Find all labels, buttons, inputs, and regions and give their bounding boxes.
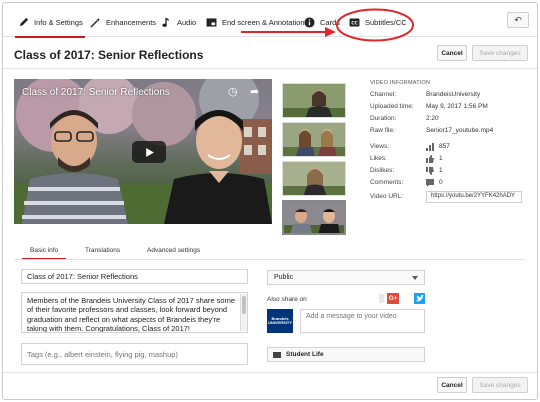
playlist-label: Student Life (286, 351, 324, 358)
footer-divider (3, 372, 537, 373)
save-changes-button[interactable]: Save changes (472, 45, 528, 61)
thumbnail-image (284, 202, 344, 233)
raw-file-value: Senior17_youtube.mp4 (426, 127, 494, 134)
chevron-down-icon (412, 276, 418, 280)
likes-value: 1 (439, 155, 443, 162)
share-icon[interactable]: ➦ (250, 85, 259, 98)
logo-line-2: UNIVERSITY (267, 320, 292, 325)
header-divider (3, 68, 537, 69)
dislikes-value: 1 (439, 167, 443, 174)
comment-icon (426, 179, 434, 187)
views-label: Views: (370, 143, 390, 150)
pencil-icon (17, 16, 29, 28)
tab-advanced-settings[interactable]: Advanced settings (147, 247, 200, 254)
magic-wand-icon (89, 16, 101, 28)
description-scrollbar[interactable] (240, 294, 247, 331)
page-title: Class of 2017: Senior Reflections (14, 48, 204, 62)
share-label: Also share on (267, 296, 307, 303)
back-button[interactable]: ↶ (507, 12, 529, 28)
tab-translations[interactable]: Translations (85, 247, 120, 254)
privacy-value: Public (274, 274, 294, 281)
thumbnail-option-2[interactable] (282, 122, 346, 157)
clock-icon[interactable]: ◷ (228, 85, 238, 98)
video-player[interactable]: Class of 2017: Senior Reflections ◷ ➦ (14, 79, 272, 224)
video-url-field[interactable]: https://youtu.be/2YYFK42hADY (426, 191, 522, 203)
privacy-select[interactable]: Public (267, 270, 425, 285)
bar-chart-icon (426, 143, 434, 151)
cancel-button[interactable]: Cancel (437, 45, 467, 61)
red-annotation-circle-icon (336, 8, 414, 42)
play-icon (145, 147, 154, 157)
bottom-tab-rule (14, 259, 524, 260)
thumbs-down-icon (426, 167, 434, 175)
likes-label: Likes: (370, 155, 387, 162)
thumbnail-option-selected[interactable] (282, 200, 346, 235)
editor-window: Info & Settings Enhancements Audio End s… (2, 2, 538, 400)
uploaded-value: May 9, 2017 1:56 PM (426, 103, 488, 110)
tab-label: Enhancements (106, 17, 157, 27)
tab-info-settings[interactable]: Info & Settings (15, 13, 85, 38)
play-button[interactable] (132, 141, 166, 163)
video-url-label: Video URL: (370, 193, 404, 200)
thumbnail-option-3[interactable] (282, 161, 346, 196)
channel-logo: Brandeis UNIVERSITY (267, 309, 293, 333)
red-annotation-arrow-icon (241, 27, 336, 37)
twitter-icon[interactable] (414, 293, 425, 304)
uploaded-label: Uploaded time: (370, 103, 414, 110)
footer-cancel-button[interactable]: Cancel (437, 377, 467, 393)
description-textarea[interactable]: Members of the Brandeis University Class… (21, 292, 248, 333)
thumbnail-image (283, 84, 345, 117)
playlist-button[interactable]: Student Life (267, 347, 425, 362)
views-value: 857 (439, 143, 450, 150)
video-overlay-title: Class of 2017: Senior Reflections (22, 87, 170, 98)
duration-value: 2:20 (426, 115, 439, 122)
tab-basic-info[interactable]: Basic info (21, 247, 67, 260)
thumbs-up-icon (426, 155, 434, 163)
share-toggle[interactable] (379, 294, 384, 303)
dislikes-label: Dislikes: (370, 167, 395, 174)
tab-label: Audio (177, 17, 197, 27)
raw-file-label: Raw file: (370, 127, 395, 134)
comments-label: Comments: (370, 179, 404, 186)
thumbnail-option-1[interactable] (282, 83, 346, 118)
thumbnail-image (283, 162, 345, 195)
duration-label: Duration: (370, 115, 397, 122)
title-input[interactable] (21, 269, 248, 284)
thumbnail-image (283, 123, 345, 156)
tab-enhancements[interactable]: Enhancements (89, 13, 156, 31)
footer-save-changes-button[interactable]: Save changes (472, 377, 528, 393)
end-screen-icon (205, 16, 217, 28)
scrollbar-thumb[interactable] (242, 296, 246, 314)
tab-audio[interactable]: Audio (160, 13, 196, 31)
share-message-textarea[interactable] (300, 309, 425, 333)
google-plus-icon[interactable]: G+ (387, 293, 399, 304)
tab-label: Info & Settings (34, 17, 83, 27)
video-info-heading: VIDEO INFORMATION (370, 80, 431, 86)
music-note-icon (160, 16, 172, 28)
comments-value: 0 (439, 179, 443, 186)
tags-input[interactable] (21, 343, 248, 365)
channel-value: BrandeisUniversity (426, 91, 481, 98)
channel-label: Channel: (370, 91, 397, 98)
playlist-icon (273, 351, 281, 358)
back-arrow-icon: ↶ (514, 14, 522, 25)
